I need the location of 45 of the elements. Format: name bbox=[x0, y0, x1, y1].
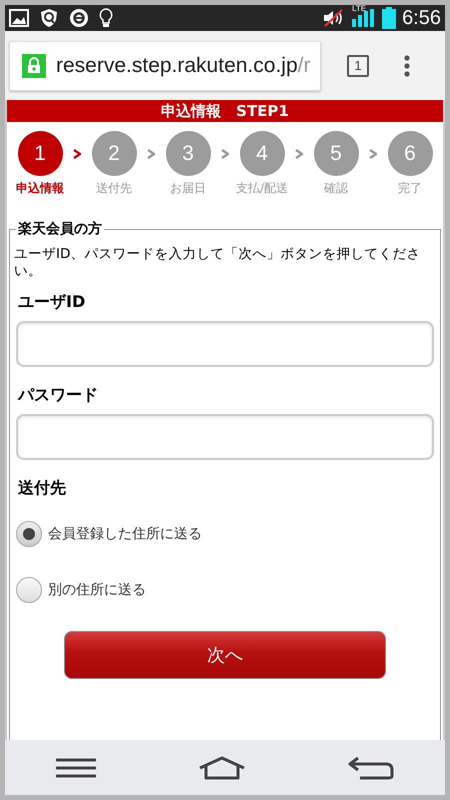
input-field[interactable] bbox=[16, 414, 434, 460]
chevron-icon bbox=[295, 149, 303, 159]
step-label: 完了 bbox=[398, 180, 422, 197]
section-title: 楽天会員の方 bbox=[16, 220, 104, 238]
page-header: 申込情報 STEP1 bbox=[7, 100, 443, 122]
step-label: 支払/配送 bbox=[236, 180, 288, 197]
battery-icon bbox=[382, 7, 396, 29]
field-label: ユーザID bbox=[18, 292, 86, 313]
step-label: 送付先 bbox=[96, 180, 132, 197]
instruction-text: ユーザID、パスワードを入力して「次へ」ボタンを押してください。 bbox=[14, 246, 422, 280]
network-type: LTE bbox=[352, 5, 366, 13]
radio-label: 別の住所に送る bbox=[48, 581, 146, 599]
field-label: 送付先 bbox=[18, 478, 67, 499]
step-label: 確認 bbox=[324, 180, 348, 197]
chevron-icon bbox=[147, 149, 155, 159]
back-icon[interactable] bbox=[348, 756, 394, 780]
step-label: 申込情報 bbox=[16, 180, 64, 197]
step-number: 5 bbox=[314, 131, 358, 176]
step-number: 6 bbox=[388, 131, 432, 176]
image-icon bbox=[9, 9, 29, 27]
radio-button[interactable] bbox=[16, 521, 42, 547]
menu-icon[interactable] bbox=[56, 758, 96, 778]
chevron-icon bbox=[369, 149, 377, 159]
menu-icon[interactable] bbox=[403, 54, 411, 78]
tab-count-button[interactable]: 1 bbox=[347, 54, 369, 76]
url-text: reserve.step.rakuten.co.jp/r bbox=[56, 54, 310, 78]
radio-label: 会員登録した住所に送る bbox=[48, 525, 202, 543]
address-bar[interactable]: reserve.step.rakuten.co.jp/r bbox=[9, 40, 321, 90]
input-field[interactable] bbox=[16, 321, 434, 367]
clock-time: 6:56 bbox=[402, 6, 441, 30]
chevron-icon bbox=[73, 149, 81, 159]
home-icon[interactable] bbox=[198, 756, 246, 780]
step-number: 4 bbox=[240, 131, 284, 176]
lightbulb-icon bbox=[99, 8, 113, 28]
step-number: 3 bbox=[166, 131, 210, 176]
step-label: お届日 bbox=[170, 180, 206, 197]
field-label: パスワード bbox=[18, 385, 99, 406]
next-button[interactable]: 次へ bbox=[64, 631, 386, 679]
step-number: 1 bbox=[18, 131, 62, 176]
signal-icon bbox=[352, 9, 376, 27]
shield-icon bbox=[39, 8, 59, 28]
chevron-icon bbox=[221, 149, 229, 159]
step-number: 2 bbox=[92, 131, 136, 176]
lock-icon bbox=[22, 54, 46, 78]
radio-button[interactable] bbox=[16, 577, 42, 603]
